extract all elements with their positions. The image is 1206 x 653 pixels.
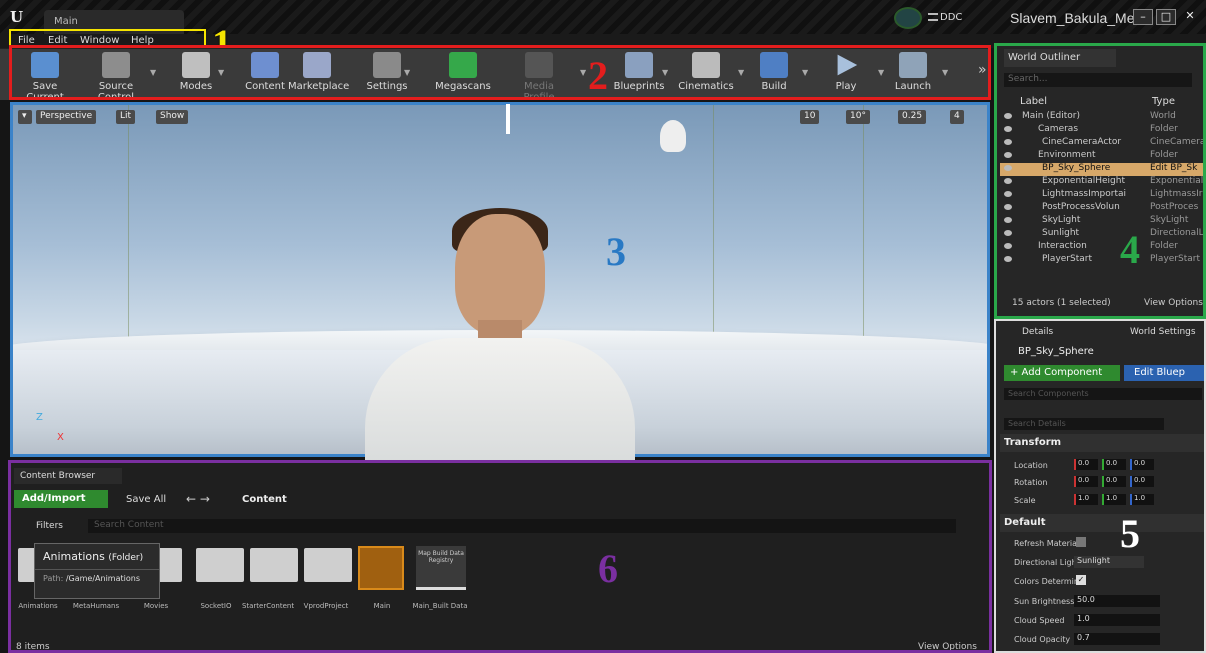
ddc-label[interactable]: DDC bbox=[940, 12, 962, 23]
unreal-logo-icon: U bbox=[10, 8, 24, 26]
viewport-options-button[interactable]: ▾ bbox=[18, 110, 32, 124]
show-button[interactable]: Show bbox=[156, 110, 189, 124]
scale-snap-value[interactable]: 0.25 bbox=[898, 110, 927, 124]
source-control-status-icon[interactable] bbox=[896, 9, 920, 27]
maximize-button[interactable]: □ bbox=[1156, 9, 1176, 25]
axis-z-label: Z bbox=[36, 412, 43, 423]
camera-speed-value[interactable]: 4 bbox=[950, 110, 964, 124]
character-body[interactable] bbox=[365, 338, 635, 463]
player-start-arrow-icon bbox=[506, 104, 510, 134]
annotation-box-4 bbox=[994, 43, 1206, 319]
minimize-button[interactable]: – bbox=[1133, 9, 1153, 25]
lit-button[interactable]: Lit bbox=[116, 110, 136, 124]
annotation-label-2: 2 bbox=[588, 53, 608, 98]
axis-x-label: X bbox=[57, 432, 64, 443]
grid-snap-value[interactable]: 10 bbox=[800, 110, 820, 124]
annotation-label-5: 5 bbox=[1120, 511, 1140, 556]
perspective-button[interactable]: Perspective bbox=[36, 110, 97, 124]
light-bulb-icon[interactable] bbox=[660, 120, 686, 152]
rotation-snap-value[interactable]: 10° bbox=[846, 110, 870, 124]
annotation-box-6 bbox=[8, 460, 992, 653]
close-button[interactable]: ✕ bbox=[1180, 9, 1200, 25]
annotation-label-3: 3 bbox=[606, 229, 626, 274]
project-name: Slavem_Bakula_Meta bbox=[1010, 10, 1147, 26]
ddc-icon bbox=[928, 13, 938, 21]
annotation-label-6: 6 bbox=[598, 546, 618, 591]
annotation-box-2 bbox=[9, 45, 991, 100]
character-head[interactable] bbox=[455, 214, 545, 334]
annotation-label-4: 4 bbox=[1120, 227, 1140, 272]
annotation-box-5 bbox=[994, 319, 1206, 653]
